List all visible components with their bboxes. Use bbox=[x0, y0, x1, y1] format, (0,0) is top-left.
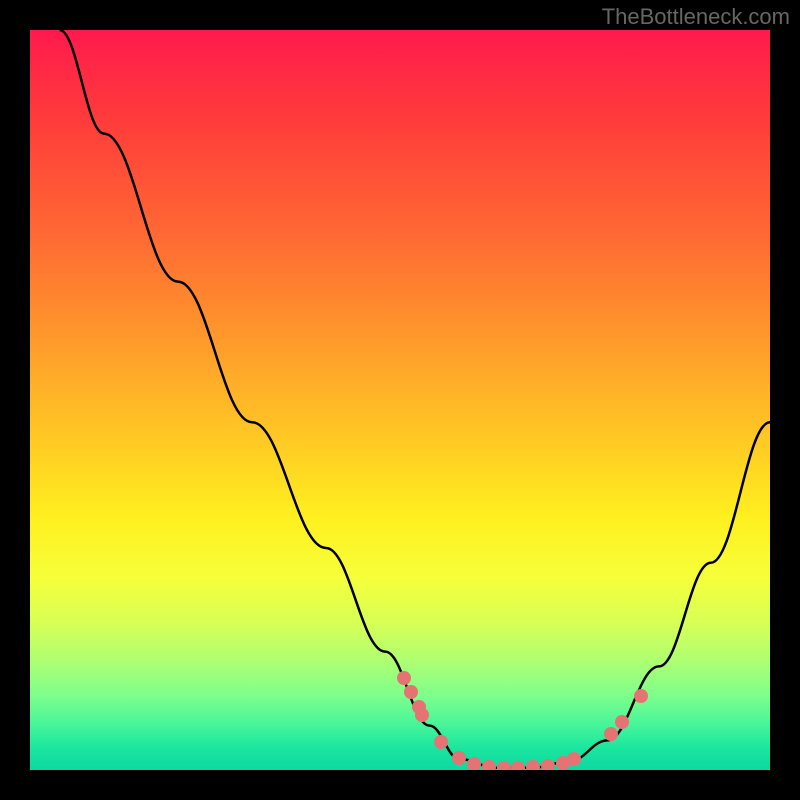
data-point bbox=[497, 761, 511, 770]
data-point bbox=[404, 685, 418, 699]
chart-container: TheBottleneck.com bbox=[0, 0, 800, 800]
data-point bbox=[634, 689, 648, 703]
data-point bbox=[434, 735, 448, 749]
plot-area bbox=[30, 30, 770, 770]
data-point bbox=[482, 760, 496, 770]
data-point bbox=[511, 761, 525, 770]
data-point bbox=[604, 727, 618, 741]
data-points-layer bbox=[30, 30, 770, 770]
data-point bbox=[567, 752, 581, 766]
data-point bbox=[526, 760, 540, 770]
data-point bbox=[541, 759, 555, 770]
data-point bbox=[467, 757, 481, 770]
data-point bbox=[415, 708, 429, 722]
data-point bbox=[397, 671, 411, 685]
data-point bbox=[452, 751, 466, 765]
data-point bbox=[615, 715, 629, 729]
attribution-text: TheBottleneck.com bbox=[602, 4, 790, 30]
